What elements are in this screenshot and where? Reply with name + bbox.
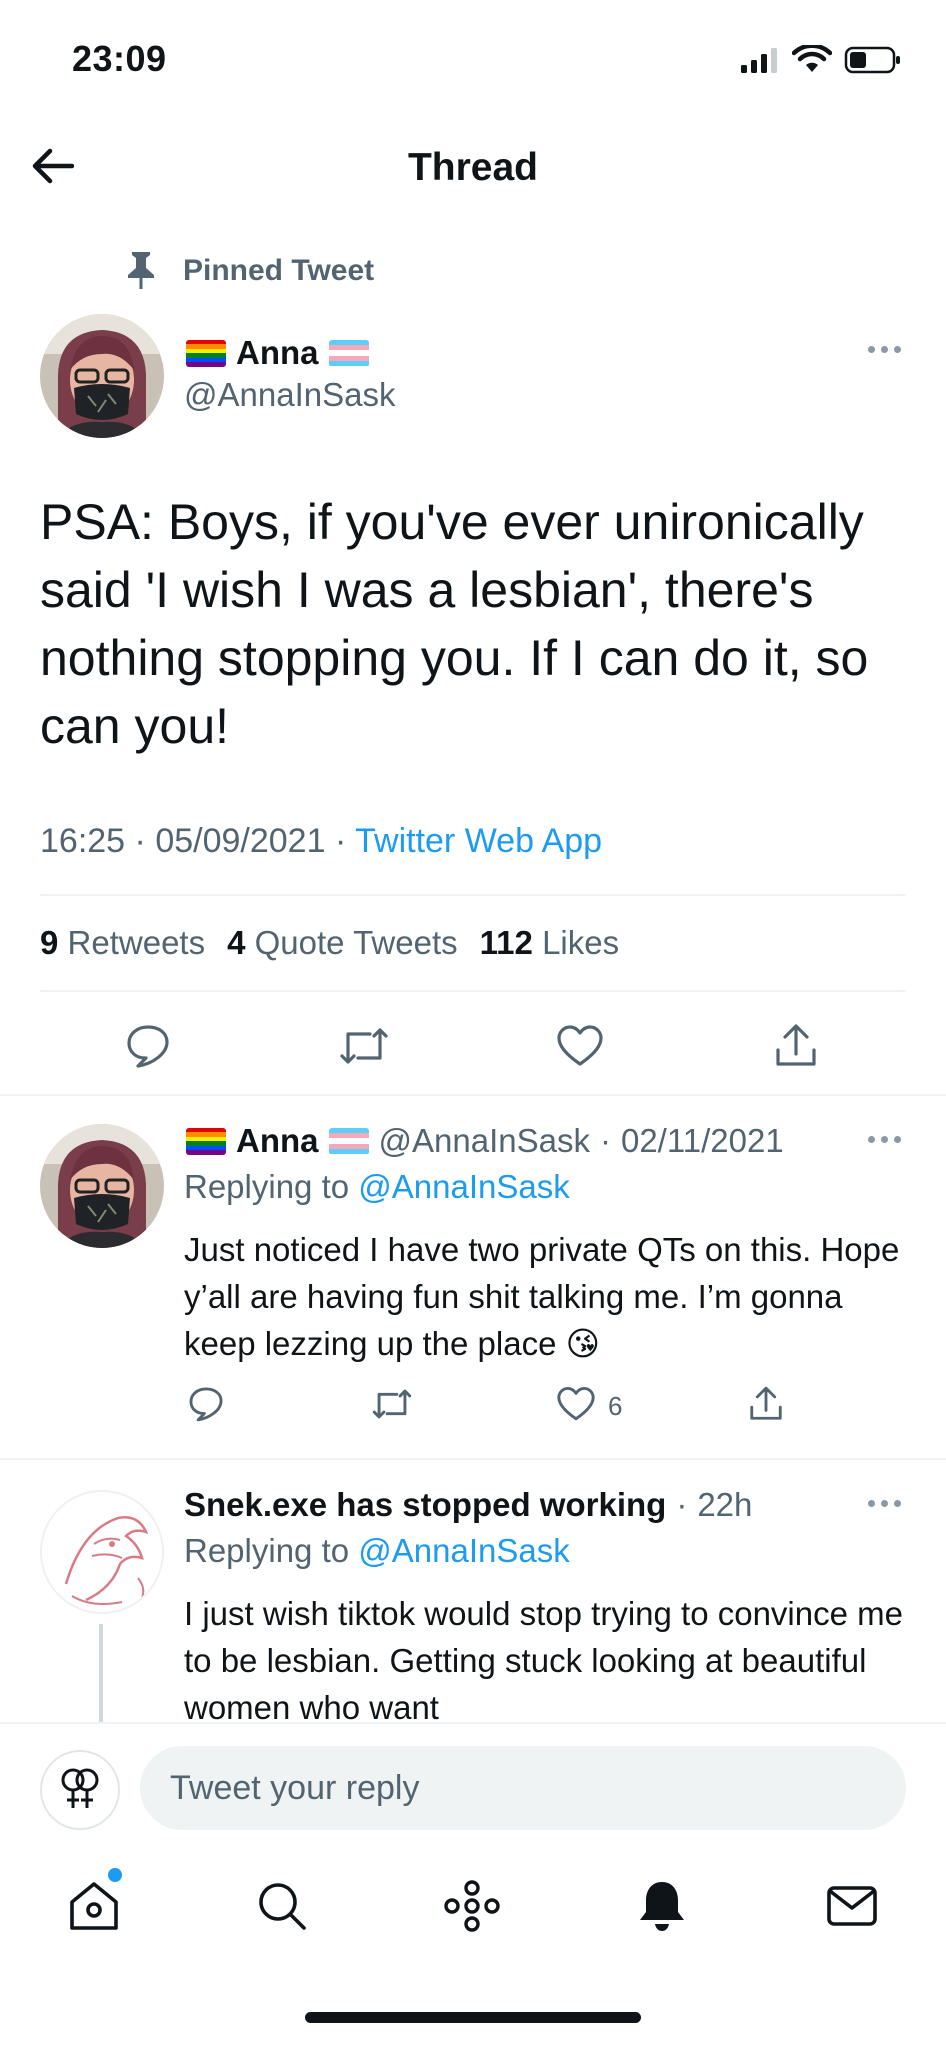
- replying-to-handle[interactable]: @AnnaInSask: [358, 1532, 569, 1569]
- retweet-button[interactable]: [332, 1016, 396, 1080]
- bell-icon: [634, 1878, 690, 1939]
- page-title: Thread: [407, 146, 539, 189]
- thread-connector-line: [99, 1624, 103, 1724]
- reply-avatar[interactable]: [40, 1490, 164, 1614]
- share-icon: [772, 1022, 820, 1075]
- more-options-icon[interactable]: [868, 346, 901, 353]
- reply-author-name[interactable]: Anna: [236, 1122, 319, 1160]
- tweet-meta: 16:25 · 05/09/2021 · Twitter Web App: [40, 822, 602, 861]
- reply-avatar[interactable]: [40, 1124, 164, 1248]
- replying-to: Replying to @AnnaInSask: [184, 1168, 570, 1206]
- reply-text-clip: I just wish tiktok would stop trying to …: [184, 1590, 904, 1722]
- share-icon: [747, 1385, 785, 1428]
- meta-separator: ·: [676, 1486, 688, 1523]
- like-button[interactable]: 6: [556, 1384, 622, 1428]
- replying-to: Replying to @AnnaInSask: [184, 1532, 570, 1570]
- spaces-icon: [442, 1878, 502, 1939]
- battery-icon: [844, 45, 902, 80]
- retweet-icon: [338, 1024, 390, 1073]
- pin-icon: [124, 250, 158, 295]
- avatar[interactable]: [40, 314, 164, 438]
- replying-to-handle[interactable]: @AnnaInSask: [358, 1168, 569, 1205]
- reply-text: I just wish tiktok would stop trying to …: [184, 1595, 903, 1722]
- tab-spaces[interactable]: [436, 1872, 508, 1944]
- divider: [0, 1094, 946, 1096]
- meta-separator: ·: [599, 1122, 611, 1159]
- tab-messages[interactable]: [816, 1872, 888, 1944]
- replying-to-label: Replying to: [184, 1532, 350, 1569]
- reply-author-name[interactable]: Snek.exe has stopped working: [184, 1486, 666, 1524]
- reply-button[interactable]: [184, 1384, 228, 1428]
- retweet-icon: [371, 1386, 413, 1427]
- divider: [40, 990, 906, 992]
- divider: [40, 894, 906, 896]
- more-options-icon[interactable]: [868, 1500, 901, 1507]
- quote-tweets-stat[interactable]: 4 Quote Tweets: [227, 924, 458, 962]
- status-icons: [740, 43, 902, 80]
- envelope-icon: [824, 1878, 880, 1939]
- transgender-flag-icon: [328, 339, 369, 367]
- search-icon: [254, 1878, 310, 1939]
- tweet-text: PSA: Boys, if you've ever unironically s…: [40, 494, 869, 754]
- pinned-tweet-label: Pinned Tweet: [183, 254, 375, 287]
- author-name[interactable]: Anna: [236, 334, 319, 372]
- likes-stat[interactable]: 112 Likes: [480, 924, 619, 962]
- author-handle[interactable]: @AnnaInSask: [184, 376, 395, 414]
- heart-icon: [556, 1024, 604, 1073]
- engagement-stats: 9 Retweets 4 Quote Tweets 112 Likes: [40, 924, 619, 962]
- reply-age: 22h: [697, 1486, 753, 1523]
- reply-date: 02/11/2021: [620, 1122, 784, 1159]
- divider: [0, 1458, 946, 1460]
- reply-input[interactable]: Tweet your reply: [140, 1746, 906, 1830]
- rainbow-flag-icon: [186, 1127, 226, 1155]
- meta-separator: ·: [134, 822, 146, 860]
- tweet-date: 05/09/2021: [155, 822, 326, 860]
- home-icon: [66, 1878, 122, 1939]
- like-count: 6: [608, 1390, 623, 1421]
- status-time: 23:09: [72, 38, 167, 79]
- reply-header[interactable]: Snek.exe has stopped working · 22h: [184, 1486, 752, 1524]
- tab-home[interactable]: [58, 1872, 130, 1944]
- tweet-time: 16:25: [40, 822, 126, 860]
- reply-icon: [187, 1385, 225, 1428]
- home-indicator: [305, 2012, 641, 2023]
- more-options-icon[interactable]: [868, 1136, 901, 1143]
- lesbian-symbol-icon: [54, 1762, 106, 1819]
- cellular-signal-icon: [740, 46, 780, 79]
- author-name-row[interactable]: Anna: [186, 334, 369, 372]
- rainbow-flag-icon: [186, 339, 226, 367]
- reply-text: Just noticed I have two private QTs on t…: [184, 1231, 900, 1362]
- retweets-stat[interactable]: 9 Retweets: [40, 924, 205, 962]
- tweet-source-link[interactable]: Twitter Web App: [355, 822, 602, 860]
- reply-author-handle[interactable]: @AnnaInSask: [379, 1122, 590, 1160]
- meta-separator: ·: [334, 822, 347, 860]
- reply-icon: [124, 1022, 172, 1075]
- reply-button[interactable]: [116, 1016, 180, 1080]
- compose-avatar[interactable]: [40, 1750, 120, 1830]
- heart-icon: [556, 1386, 596, 1427]
- like-button[interactable]: [548, 1016, 612, 1080]
- share-button[interactable]: [764, 1016, 828, 1080]
- replying-to-label: Replying to: [184, 1168, 350, 1205]
- retweet-button[interactable]: [370, 1384, 414, 1428]
- tab-search[interactable]: [246, 1872, 318, 1944]
- reply-header[interactable]: Anna @AnnaInSask · 02/11/2021: [186, 1122, 784, 1160]
- tab-notifications[interactable]: [626, 1872, 698, 1944]
- transgender-flag-icon: [328, 1127, 369, 1155]
- share-button[interactable]: [744, 1384, 788, 1428]
- wifi-icon: [791, 43, 833, 80]
